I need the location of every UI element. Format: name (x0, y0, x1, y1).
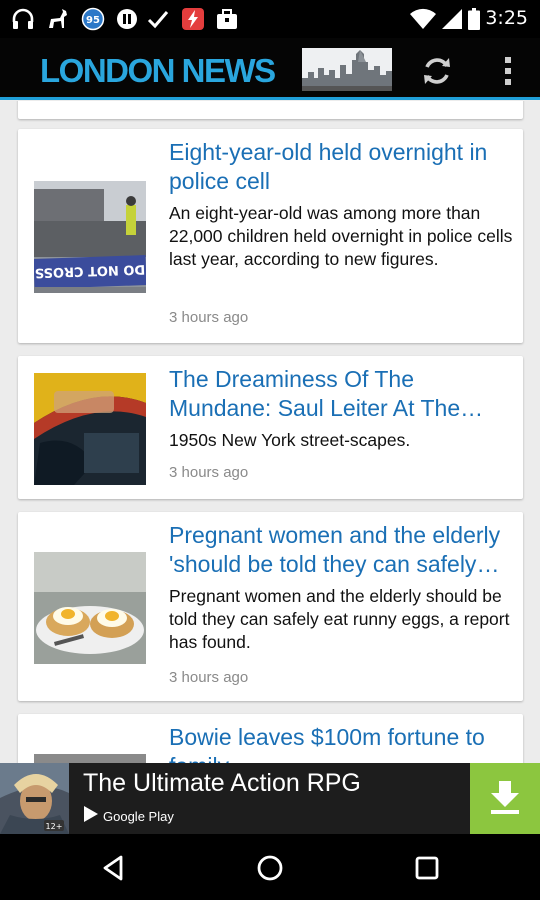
overflow-menu-icon[interactable] (490, 48, 526, 94)
news-card[interactable]: Bowie leaves $100m fortune to family (18, 714, 523, 763)
speed-badge-icon: 95 (80, 7, 106, 31)
article-thumbnail (34, 373, 146, 485)
status-bar: 95 3:25 (0, 0, 540, 38)
google-play-icon (83, 805, 99, 827)
battery-icon (466, 8, 482, 30)
ad-banner[interactable]: 12+ The Ultimate Action RPG Google Play (0, 763, 540, 834)
home-icon[interactable] (248, 846, 292, 890)
article-summary: An eight-year-old was among more than 22… (169, 203, 513, 269)
speed-badge-label: 95 (86, 15, 100, 26)
article-time: 3 hours ago (169, 309, 249, 326)
news-feed[interactable]: DO NOT CROSS Eight-year-old held overnig… (0, 101, 540, 763)
deer-icon (44, 8, 72, 30)
headset-icon (10, 8, 36, 30)
wifi-icon (408, 8, 438, 30)
article-title[interactable]: The Dreaminess Of The Mundane: Saul Leit… (169, 365, 514, 423)
article-thumbnail (34, 552, 146, 664)
bolt-app-icon (180, 8, 206, 30)
news-card[interactable]: The Dreaminess Of The Mundane: Saul Leit… (18, 356, 523, 499)
article-summary: Pregnant women and the elderly should be… (169, 586, 510, 652)
recents-icon[interactable] (405, 846, 449, 890)
skyline-logo-icon (302, 48, 392, 91)
briefcase-icon (214, 8, 240, 30)
back-icon[interactable] (91, 846, 135, 890)
article-time: 3 hours ago (169, 669, 249, 686)
article-title[interactable]: Eight-year-old held overnight in police … (169, 138, 514, 196)
signal-icon (440, 8, 464, 30)
store-name: Google Play (103, 808, 174, 824)
age-rating-badge: 12+ (46, 822, 63, 831)
system-nav-bar (0, 834, 540, 900)
pause-icon (115, 8, 139, 30)
check-icon (146, 8, 170, 30)
game-ad-icon: 12+ (0, 763, 69, 834)
article-title[interactable]: Pregnant women and the elderly 'should b… (169, 521, 514, 579)
status-time: 3:25 (485, 7, 528, 29)
app-bar: LONDON NEWS (0, 38, 540, 100)
app-title: LONDON NEWS (40, 52, 276, 89)
article-thumbnail: DO NOT CROSS (34, 181, 146, 293)
article-title[interactable]: Bowie leaves $100m fortune to family (169, 723, 514, 763)
google-play-label: Google Play (83, 805, 174, 827)
article-time: 3 hours ago (169, 464, 249, 481)
news-card-partial[interactable] (18, 101, 523, 119)
refresh-icon[interactable] (414, 48, 460, 94)
news-card[interactable]: Pregnant women and the elderly 'should b… (18, 512, 523, 701)
ad-title[interactable]: The Ultimate Action RPG (83, 769, 361, 798)
article-thumbnail (34, 754, 146, 763)
news-card[interactable]: DO NOT CROSS Eight-year-old held overnig… (18, 129, 523, 343)
article-summary: 1950s New York street-scapes. (169, 430, 411, 450)
install-button[interactable] (470, 763, 540, 834)
download-icon (488, 779, 522, 819)
